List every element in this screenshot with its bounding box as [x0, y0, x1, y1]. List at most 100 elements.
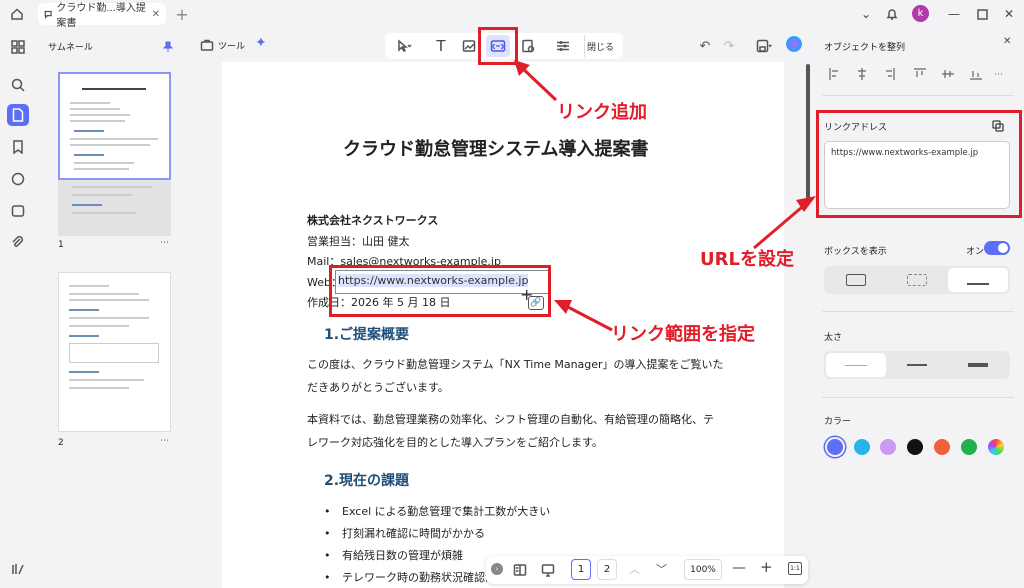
close-tool-button[interactable]: 閉じる: [584, 35, 616, 57]
color-swatch-black[interactable]: [907, 439, 923, 455]
tools-label: ツール: [218, 41, 246, 52]
page-thumbnail-overflow: [58, 180, 171, 236]
section-heading-1: 1.ご提案概要: [324, 327, 410, 343]
search-icon[interactable]: [7, 74, 29, 96]
show-box-toggle[interactable]: [984, 241, 1010, 255]
attachment-icon[interactable]: [7, 232, 29, 254]
left-rail: [0, 28, 36, 588]
fit-page-icon[interactable]: 1:1: [788, 562, 802, 575]
document-title: クラウド勤怠管理システム導入提案書: [343, 139, 649, 160]
arrow-annotation: [514, 60, 558, 102]
arrow-annotation: [554, 300, 613, 332]
highlight-link-range: [329, 265, 551, 317]
tab-title: クラウド勤...導入提案書: [56, 3, 146, 29]
grid-icon[interactable]: [7, 36, 29, 58]
page-view-icon[interactable]: [513, 562, 527, 581]
tools-button[interactable]: ツール: [200, 34, 245, 56]
color-swatch-green[interactable]: [961, 439, 977, 455]
bookmark-icon[interactable]: [7, 136, 29, 158]
bullet-item: • Excel による勤怠管理で集計工数が大きい: [324, 505, 551, 518]
image-tool-icon[interactable]: [458, 35, 480, 57]
link-add-annotation: リンク追加: [557, 102, 647, 123]
minimize-button[interactable]: —: [944, 4, 964, 24]
section-heading-2: 2.現在の課題: [324, 473, 410, 489]
border-style-selector: [824, 266, 1010, 294]
svg-text:⋯: ⋯: [994, 70, 1003, 80]
paragraph-line: この度は、クラウド勤怠管理システム「NX Time Manager」の導入提案を…: [307, 358, 724, 371]
highlight-link-address: [816, 110, 1022, 218]
color-picker-rainbow[interactable]: [988, 439, 1004, 455]
thickness-thin-option[interactable]: [826, 353, 886, 377]
page-1-button[interactable]: 1: [571, 559, 591, 580]
select-arrow-icon[interactable]: [389, 35, 419, 57]
zoom-in-icon[interactable]: +: [760, 558, 773, 576]
thickness-medium-option[interactable]: [887, 353, 947, 377]
page-2-button[interactable]: 2: [597, 559, 617, 580]
color-swatch-blue[interactable]: [827, 439, 843, 455]
paragraph-line: レワーク対応強化を目的とした導入プランをご紹介します。: [307, 436, 603, 449]
close-panel-icon[interactable]: ✕: [1003, 36, 1011, 47]
save-icon[interactable]: [752, 35, 776, 57]
chevron-down-icon[interactable]: ﹀: [656, 561, 667, 577]
undo-icon[interactable]: ↶: [696, 35, 714, 57]
align-buttons: ⋯: [828, 66, 1008, 80]
sales-rep: 営業担当：山田 健太: [307, 235, 410, 248]
comment-icon[interactable]: [7, 168, 29, 190]
bell-icon[interactable]: [882, 4, 902, 24]
url-set-annotation: URLを設定: [700, 249, 794, 270]
divider: [822, 311, 1014, 312]
divider: [822, 397, 1014, 398]
show-box-label: ボックスを表示: [824, 247, 887, 257]
text-tool-icon[interactable]: T: [431, 35, 451, 57]
ai-assistant-icon[interactable]: [786, 36, 802, 52]
page-thumbnail[interactable]: [58, 272, 171, 432]
form-field-icon[interactable]: [517, 35, 539, 57]
comment-icon: [44, 10, 52, 19]
zoom-level[interactable]: 100%: [684, 559, 722, 580]
home-icon[interactable]: [6, 4, 28, 24]
chevron-up-icon[interactable]: ︿: [629, 561, 640, 577]
color-swatch-lavender[interactable]: [880, 439, 896, 455]
page-thumbnail-icon[interactable]: [7, 104, 29, 126]
divider: [822, 95, 1014, 96]
page-number-label: 1: [58, 240, 64, 250]
paragraph-line: だきありがとうございます。: [307, 381, 449, 394]
align-title: オブジェクトを整列: [824, 43, 906, 53]
border-solid-option[interactable]: [826, 268, 886, 292]
pin-icon[interactable]: [162, 38, 174, 57]
thickness-thick-option[interactable]: [948, 353, 1008, 377]
thickness-selector: [824, 351, 1010, 379]
chevron-down-icon[interactable]: ⌄: [856, 4, 876, 24]
border-dashed-option[interactable]: [887, 268, 947, 292]
color-swatch-orange[interactable]: [934, 439, 950, 455]
color-label: カラー: [824, 417, 852, 427]
company-name: 株式会社ネクストワークス: [307, 214, 439, 227]
toggle-state-label: オン: [966, 247, 985, 257]
close-window-button[interactable]: ✕: [999, 4, 1019, 24]
toolbox-icon: [200, 39, 214, 51]
range-set-annotation: リンク範囲を指定: [611, 324, 755, 345]
zoom-out-icon[interactable]: —: [732, 560, 746, 576]
page-number-label: 2: [58, 438, 64, 448]
adjust-icon[interactable]: [552, 35, 574, 57]
document-tab[interactable]: クラウド勤...導入提案書 ✕: [38, 3, 166, 29]
redo-icon[interactable]: ↷: [720, 35, 738, 57]
maximize-button[interactable]: [972, 4, 992, 24]
color-swatch-cyan[interactable]: [854, 439, 870, 455]
more-icon[interactable]: ⋯: [160, 238, 169, 248]
bullet-item: • テレワーク時の勤務状況確認が: [324, 571, 496, 584]
presentation-icon[interactable]: [541, 562, 555, 581]
avatar[interactable]: k: [912, 5, 929, 22]
vertical-scrollbar[interactable]: [806, 64, 810, 199]
border-underline-option[interactable]: [948, 268, 1008, 292]
page-thumbnail[interactable]: [58, 72, 171, 180]
collapse-icon[interactable]: ›: [491, 563, 503, 575]
more-icon[interactable]: ⋯: [160, 436, 169, 446]
new-tab-button[interactable]: +: [172, 4, 192, 24]
paragraph-line: 本資料では、勤怠管理業務の効率化、シフト管理の自動化、有給管理の簡略化、テ: [307, 413, 714, 426]
bullet-item: • 有給残日数の管理が煩雑: [324, 549, 463, 562]
ai-sparkle-icon[interactable]: ✦: [255, 35, 267, 51]
layers-icon[interactable]: [7, 558, 29, 580]
stamp-icon[interactable]: [7, 200, 29, 222]
close-tab-icon[interactable]: ✕: [152, 9, 160, 20]
